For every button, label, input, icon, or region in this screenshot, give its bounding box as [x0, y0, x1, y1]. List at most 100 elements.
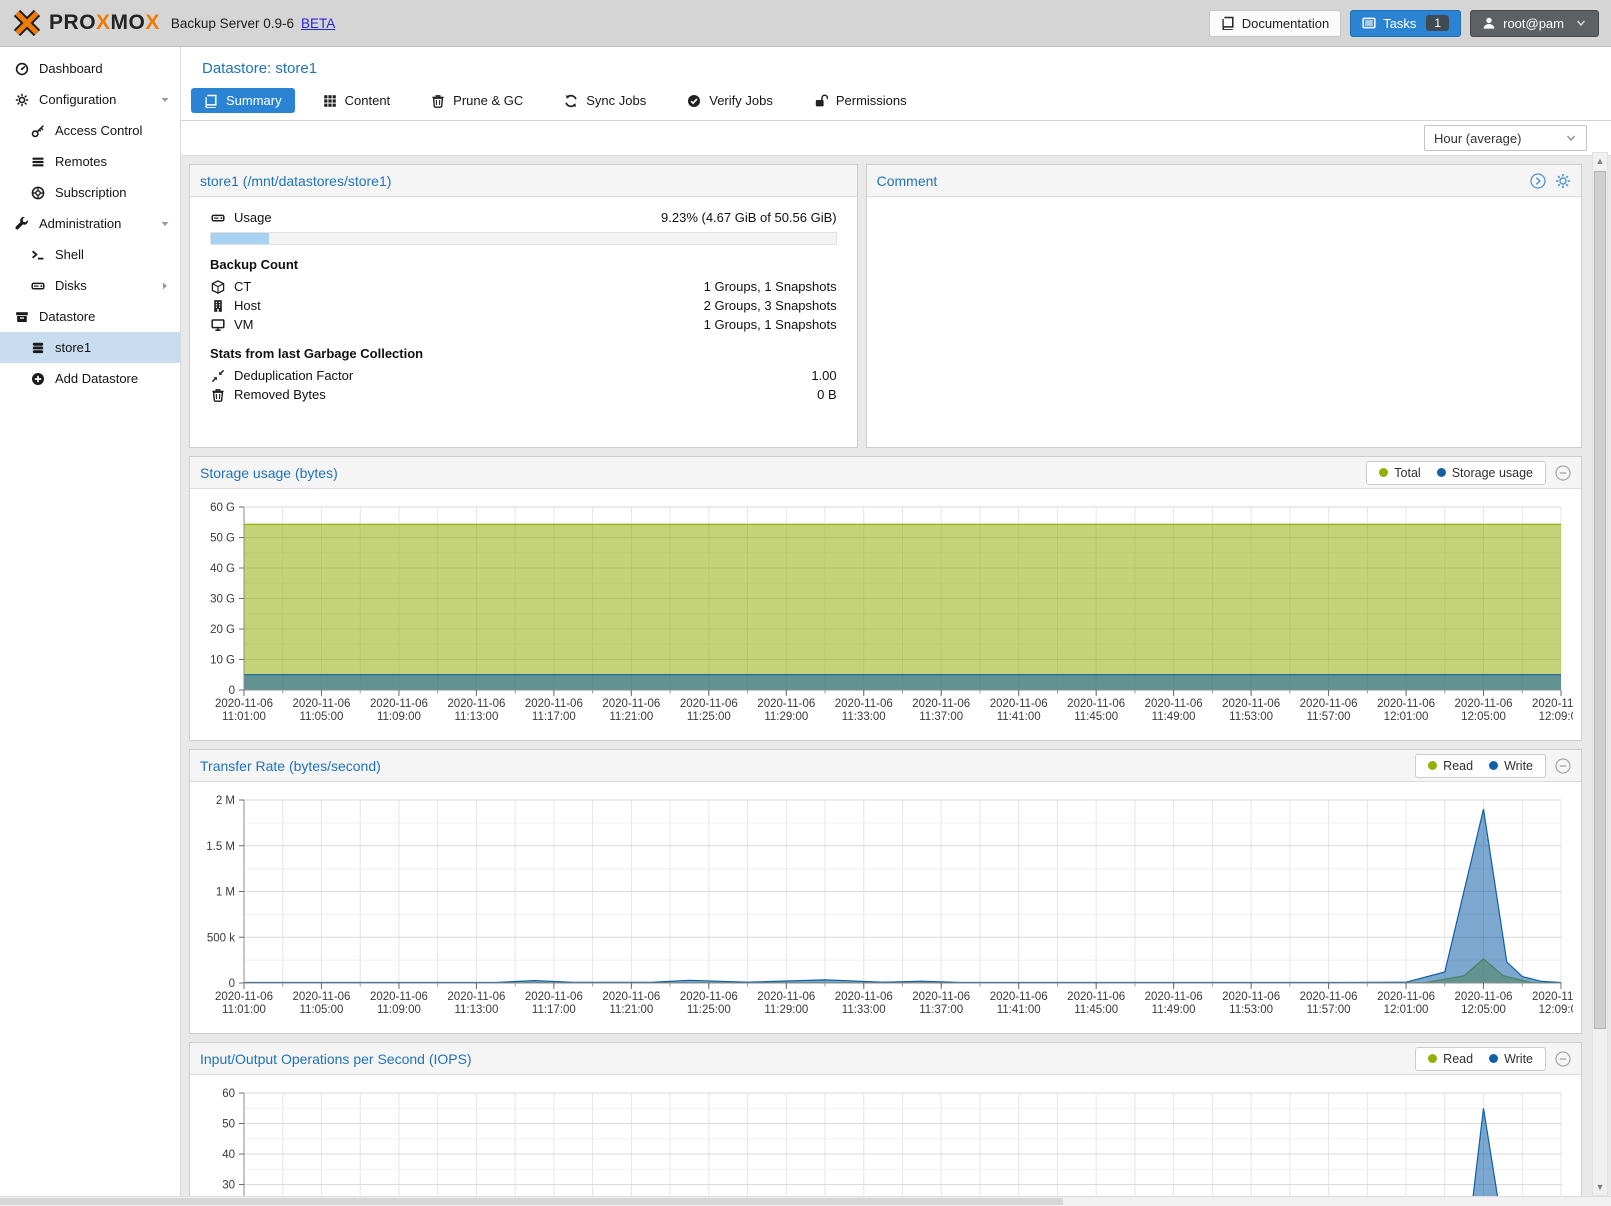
- svg-text:1 M: 1 M: [216, 887, 235, 899]
- chevron-down-icon: [1565, 132, 1577, 144]
- vertical-scrollbar-thumb[interactable]: [1594, 171, 1606, 1029]
- tab-permissions[interactable]: Permissions: [801, 88, 920, 113]
- collapse-icon[interactable]: [1555, 1051, 1571, 1067]
- storage-chart-title: Storage usage (bytes): [200, 465, 338, 481]
- trash-icon: [210, 388, 226, 402]
- backup-count-row-vm: VM1 Groups, 1 Snapshots: [210, 315, 837, 334]
- tab-content[interactable]: Content: [310, 88, 404, 113]
- hdd-icon: [210, 211, 226, 225]
- sidebar-item-add-datastore[interactable]: Add Datastore: [0, 363, 180, 394]
- transfer-chart-legend: Read Write: [1415, 754, 1546, 778]
- tab-prune-gc[interactable]: Prune & GC: [418, 88, 536, 113]
- svg-text:11:41:00: 11:41:00: [997, 1004, 1041, 1016]
- usage-row: Usage 9.23% (4.67 GiB of 50.56 GiB): [210, 208, 837, 227]
- chevron-down-icon[interactable]: [160, 95, 170, 105]
- vertical-scrollbar[interactable]: ▲ ▼: [1592, 152, 1608, 1196]
- chevron-down-icon: [1575, 17, 1587, 29]
- datastore-info-panel: store1 (/mnt/datastores/store1) Usage 9.…: [189, 164, 858, 448]
- svg-text:2020-11-06: 2020-11-06: [525, 991, 583, 1003]
- sidebar-item-label: Add Datastore: [55, 371, 138, 386]
- sidebar-item-subscription[interactable]: Subscription: [0, 177, 180, 208]
- sidebar-item-datastore[interactable]: Datastore: [0, 301, 180, 332]
- beta-link[interactable]: BETA: [301, 16, 335, 31]
- legend-item-write[interactable]: Write: [1489, 1052, 1533, 1066]
- legend-dot: [1489, 761, 1498, 770]
- svg-text:2020-11-06: 2020-11-06: [990, 991, 1048, 1003]
- svg-text:0: 0: [229, 978, 235, 990]
- tasks-button[interactable]: Tasks 1: [1350, 10, 1461, 37]
- sidebar-item-shell[interactable]: Shell: [0, 239, 180, 270]
- row-label: Host: [234, 298, 261, 313]
- sidebar-item-configuration[interactable]: Configuration: [0, 84, 180, 115]
- documentation-button[interactable]: Documentation: [1209, 10, 1341, 37]
- svg-text:11:01:00: 11:01:00: [222, 711, 266, 723]
- transfer-rate-chart-panel: Transfer Rate (bytes/second) ReadWrite 0…: [189, 749, 1582, 1034]
- legend-label: Storage usage: [1452, 466, 1533, 480]
- legend-item-total[interactable]: Total: [1379, 466, 1420, 480]
- svg-text:2020-11-06: 2020-11-06: [990, 698, 1048, 710]
- tab-label: Sync Jobs: [586, 93, 646, 108]
- collapse-icon[interactable]: [1555, 758, 1571, 774]
- legend-item-read[interactable]: Read: [1428, 759, 1473, 773]
- collapse-icon[interactable]: [1555, 465, 1571, 481]
- user-menu-button[interactable]: root@pam: [1470, 10, 1599, 37]
- svg-text:2020-11-06: 2020-11-06: [680, 698, 738, 710]
- row-label: CT: [234, 279, 251, 294]
- main-layout: DashboardConfigurationAccess ControlRemo…: [0, 47, 1611, 1196]
- svg-text:11:13:00: 11:13:00: [454, 1004, 498, 1016]
- horizontal-scrollbar-thumb[interactable]: [0, 1198, 1063, 1205]
- sidebar-item-administration[interactable]: Administration: [0, 208, 180, 239]
- timeframe-select[interactable]: Hour (average): [1424, 125, 1587, 151]
- tab-verify-jobs[interactable]: Verify Jobs: [674, 88, 786, 113]
- book-icon: [1221, 16, 1235, 30]
- svg-text:11:49:00: 11:49:00: [1152, 1004, 1196, 1016]
- datastore-info-title: store1 (/mnt/datastores/store1): [200, 173, 391, 189]
- sidebar-item-disks[interactable]: Disks: [0, 270, 180, 301]
- svg-text:11:29:00: 11:29:00: [764, 711, 808, 723]
- legend-label: Read: [1443, 759, 1473, 773]
- gear-icon[interactable]: [1555, 173, 1571, 189]
- svg-text:2020-11-06: 2020-11-06: [215, 991, 273, 1003]
- svg-text:2020-11-06: 2020-11-06: [680, 991, 738, 1003]
- lock-open-icon: [814, 94, 828, 108]
- scroll-up-arrow[interactable]: ▲: [1593, 153, 1607, 169]
- list-icon: [29, 155, 47, 169]
- sidebar-item-dashboard[interactable]: Dashboard: [0, 53, 180, 84]
- legend-item-write[interactable]: Write: [1489, 759, 1533, 773]
- tab-summary[interactable]: Summary: [191, 88, 295, 113]
- svg-text:2020-11-06: 2020-11-06: [370, 698, 428, 710]
- svg-text:11:25:00: 11:25:00: [687, 711, 731, 723]
- chevron-right-icon[interactable]: [160, 281, 170, 291]
- iops-chart-panel: Input/Output Operations per Second (IOPS…: [189, 1042, 1582, 1196]
- sidebar-item-access-control[interactable]: Access Control: [0, 115, 180, 146]
- summary-row: store1 (/mnt/datastores/store1) Usage 9.…: [189, 164, 1582, 448]
- comment-body[interactable]: [867, 197, 1581, 447]
- sidebar-item-remotes[interactable]: Remotes: [0, 146, 180, 177]
- svg-text:12:09:00: 12:09:00: [1539, 711, 1573, 723]
- user-label: root@pam: [1503, 16, 1564, 31]
- gears-icon: [13, 93, 31, 107]
- svg-text:2020-11-06: 2020-11-06: [757, 698, 815, 710]
- svg-text:2020-11-06: 2020-11-06: [1222, 698, 1280, 710]
- chevron-right-circle-icon[interactable]: [1530, 173, 1546, 189]
- sidebar: DashboardConfigurationAccess ControlRemo…: [0, 47, 181, 1196]
- legend-dot: [1428, 1054, 1437, 1063]
- scroll-down-arrow[interactable]: ▼: [1593, 1179, 1607, 1195]
- legend-item-read[interactable]: Read: [1428, 1052, 1473, 1066]
- timeframe-value: Hour (average): [1434, 131, 1521, 146]
- tab-sync-jobs[interactable]: Sync Jobs: [551, 88, 659, 113]
- legend-item-storage-usage[interactable]: Storage usage: [1437, 466, 1533, 480]
- lifering-icon: [29, 186, 47, 200]
- datastore-info-body: Usage 9.23% (4.67 GiB of 50.56 GiB) Back…: [190, 197, 857, 415]
- cube-icon: [210, 280, 226, 294]
- horizontal-scrollbar[interactable]: [0, 1196, 1611, 1206]
- building-icon: [210, 299, 226, 313]
- chevron-down-icon[interactable]: [160, 219, 170, 229]
- svg-text:2020-11-06: 2020-11-06: [912, 698, 970, 710]
- comment-title: Comment: [877, 173, 938, 189]
- sidebar-item-store1[interactable]: store1: [0, 332, 180, 363]
- brand-text: PROXMOX: [49, 11, 160, 35]
- legend-label: Write: [1504, 1052, 1533, 1066]
- transfer-chart-header: Transfer Rate (bytes/second) ReadWrite: [190, 750, 1581, 782]
- svg-text:2020-11-06: 2020-11-06: [1222, 991, 1280, 1003]
